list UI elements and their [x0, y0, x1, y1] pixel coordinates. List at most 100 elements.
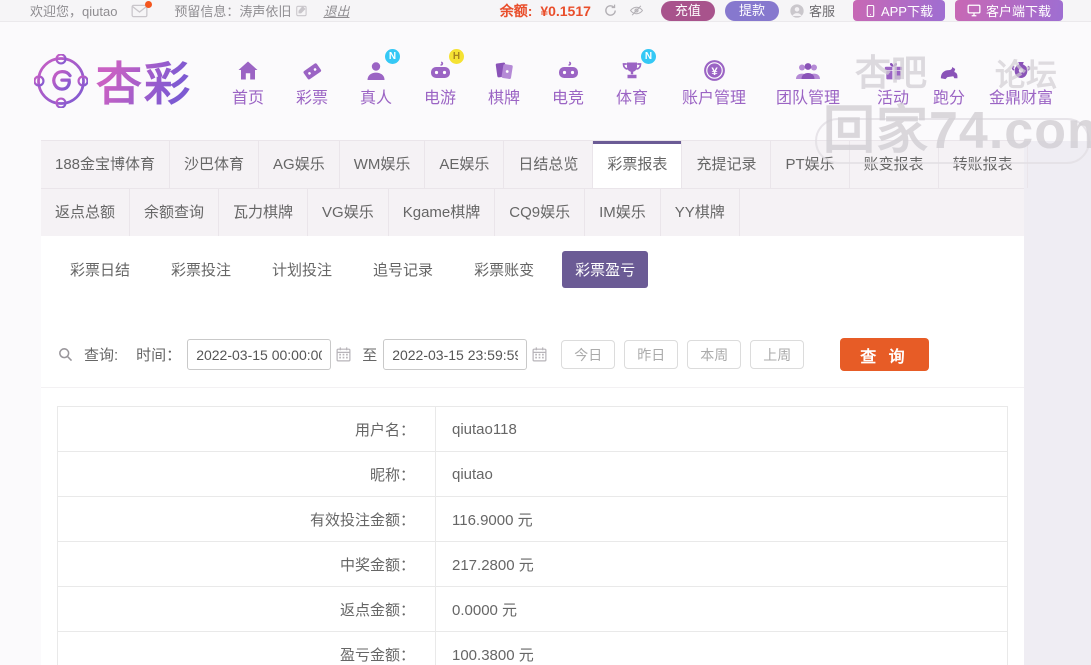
coin-icon: ¥ — [670, 55, 758, 83]
subtab-jihua-touzhu[interactable]: 计划投注 — [259, 251, 345, 288]
recharge-button[interactable]: 充值 — [660, 0, 715, 21]
tab-wm[interactable]: WM娱乐 — [340, 141, 426, 188]
today-button[interactable]: 今日 — [561, 340, 616, 369]
tab-shaba[interactable]: 沙巴体育 — [170, 141, 260, 188]
tab-pt[interactable]: PT娱乐 — [771, 141, 850, 188]
row-label: 昵称： — [58, 452, 436, 496]
start-calendar-icon[interactable] — [333, 344, 354, 365]
tab-ag[interactable]: AG娱乐 — [259, 141, 340, 188]
notification-dot — [145, 0, 153, 8]
subtab-caipiao-zhangbian[interactable]: 彩票账变 — [461, 251, 547, 288]
subtab-caipiao-touzhu[interactable]: 彩票投注 — [158, 251, 244, 288]
nav-item-esports[interactable]: 电竞 — [536, 55, 600, 108]
hot-badge: H — [449, 48, 464, 64]
row-label: 有效投注金额： — [58, 497, 436, 541]
start-time-input[interactable] — [187, 339, 332, 370]
nav-label: 活动 — [876, 89, 909, 107]
nav-item-lottery[interactable]: 彩票 — [280, 55, 344, 108]
nav-item-account[interactable]: ¥ 账户管理 — [670, 55, 758, 108]
monitor-icon — [967, 4, 981, 17]
end-calendar-icon[interactable] — [529, 344, 550, 365]
tab-188jinbaobo[interactable]: 188金宝博体育 — [41, 141, 171, 188]
home-icon — [216, 55, 280, 83]
table-row: 有效投注金额： 116.9000 元 — [58, 497, 1007, 542]
table-row: 盈亏金额： 100.3800 元 — [58, 632, 1007, 665]
magnifier-icon — [57, 346, 74, 363]
tab-wali[interactable]: 瓦力棋牌 — [219, 189, 309, 236]
last-week-button[interactable]: 上周 — [750, 340, 805, 369]
balance-value: ¥0.1517 — [540, 2, 591, 19]
row-value: 217.2800 元 — [452, 556, 534, 574]
balance-label: 余额: — [499, 2, 533, 19]
nav-label: 棋牌 — [487, 89, 520, 107]
subtab-caipiao-yingkui[interactable]: 彩票盈亏 — [562, 251, 649, 288]
tab-ae[interactable]: AE娱乐 — [425, 141, 505, 188]
search-button[interactable]: 查 询 — [840, 338, 929, 371]
profit-loss-table: 用户名： qiutao118 昵称： qiutao 有效投注金额： 116.90… — [57, 406, 1008, 665]
tab-row-2: 返点总额 余额查询 瓦力棋牌 VG娱乐 Kgame棋牌 CQ9娱乐 IM娱乐 Y… — [41, 188, 1024, 236]
wealth-vase-icon — [980, 55, 1062, 83]
nav-item-team[interactable]: 团队管理 — [764, 55, 852, 108]
client-download-label: 客户端下载 — [985, 4, 1051, 19]
tab-yy[interactable]: YY棋牌 — [661, 189, 740, 236]
header: 杏彩 首页 彩票 N 真人 H 电游 棋牌 电竞 N 体育 ¥ 账户管理 团队管… — [0, 22, 1091, 140]
nav-item-home[interactable]: 首页 — [216, 55, 280, 108]
tab-rijie[interactable]: 日结总览 — [504, 141, 594, 188]
withdraw-button[interactable]: 提款 — [724, 0, 779, 21]
row-value: qiutao118 — [452, 420, 517, 438]
tab-fandian[interactable]: 返点总额 — [41, 189, 131, 236]
edit-icon[interactable] — [295, 4, 309, 18]
row-value: 100.3800 元 — [452, 646, 534, 664]
subtab-caipiao-rijie[interactable]: 彩票日结 — [57, 251, 143, 288]
row-value: 116.9000 元 — [452, 511, 533, 529]
tab-chongti[interactable]: 充提记录 — [682, 141, 772, 188]
reserved-info-text: 预留信息：涛声依旧 — [174, 4, 292, 19]
nav-label: 账户管理 — [681, 89, 746, 107]
app-download-button[interactable]: APP下载 — [852, 0, 945, 21]
tab-caipiao-baobiao[interactable]: 彩票报表 — [593, 141, 683, 188]
nav-item-boardgames[interactable]: 棋牌 — [472, 55, 536, 108]
query-label: 查询: — [84, 347, 119, 364]
esports-gamepad-icon — [536, 55, 600, 83]
row-label: 盈亏金额： — [58, 632, 436, 665]
content-panel: 彩票日结 彩票投注 计划投注 追号记录 彩票账变 彩票盈亏 查询: 时间： 至 … — [41, 236, 1024, 665]
tab-vg[interactable]: VG娱乐 — [308, 189, 389, 236]
client-download-button[interactable]: 客户端下载 — [954, 0, 1063, 21]
nav-label: 跑分 — [932, 89, 965, 107]
message-button[interactable] — [131, 0, 153, 18]
team-icon — [764, 55, 852, 83]
subtabs: 彩票日结 彩票投注 计划投注 追号记录 彩票账变 彩票盈亏 — [41, 236, 1024, 299]
logout-link[interactable]: 退出 — [323, 1, 349, 20]
tab-kgame[interactable]: Kgame棋牌 — [389, 189, 496, 236]
nav-item-wealth[interactable]: 金鼎财富 — [980, 55, 1062, 108]
site-logo[interactable]: 杏彩 — [34, 48, 192, 114]
row-label: 用户名： — [58, 407, 436, 451]
svg-text:¥: ¥ — [711, 65, 718, 77]
row-value: qiutao — [452, 465, 493, 483]
nav-item-paofen[interactable]: 跑分 — [924, 55, 974, 108]
customer-service-button[interactable]: 客服 — [789, 1, 835, 20]
ticket-icon — [280, 55, 344, 83]
tab-cq9[interactable]: CQ9娱乐 — [495, 189, 586, 236]
service-label: 客服 — [808, 4, 835, 19]
balance-text: 余额: ¥0.1517 — [500, 1, 591, 21]
end-time-input[interactable] — [383, 339, 528, 370]
nav-item-sports[interactable]: N 体育 — [600, 48, 664, 108]
tab-im[interactable]: IM娱乐 — [585, 189, 661, 236]
nav-item-live[interactable]: N 真人 — [344, 48, 408, 108]
tab-zhangbian[interactable]: 账变报表 — [850, 141, 939, 188]
table-row: 昵称： qiutao — [58, 452, 1007, 497]
yesterday-button[interactable]: 昨日 — [624, 340, 679, 369]
to-label: 至 — [362, 347, 378, 364]
welcome-text: 欢迎您，qiutao — [30, 4, 118, 19]
phone-icon — [865, 4, 876, 18]
tab-zhuanzhang[interactable]: 转账报表 — [939, 141, 1028, 188]
table-row: 返点金额： 0.0000 元 — [58, 587, 1007, 632]
this-week-button[interactable]: 本周 — [687, 340, 742, 369]
tab-yue[interactable]: 余额查询 — [130, 189, 220, 236]
eye-off-icon[interactable] — [628, 3, 645, 18]
nav-item-slots[interactable]: H 电游 — [408, 48, 472, 108]
nav-item-promotions[interactable]: 活动 — [868, 55, 918, 108]
refresh-icon[interactable] — [603, 3, 618, 18]
subtab-zhuihao[interactable]: 追号记录 — [360, 251, 446, 288]
